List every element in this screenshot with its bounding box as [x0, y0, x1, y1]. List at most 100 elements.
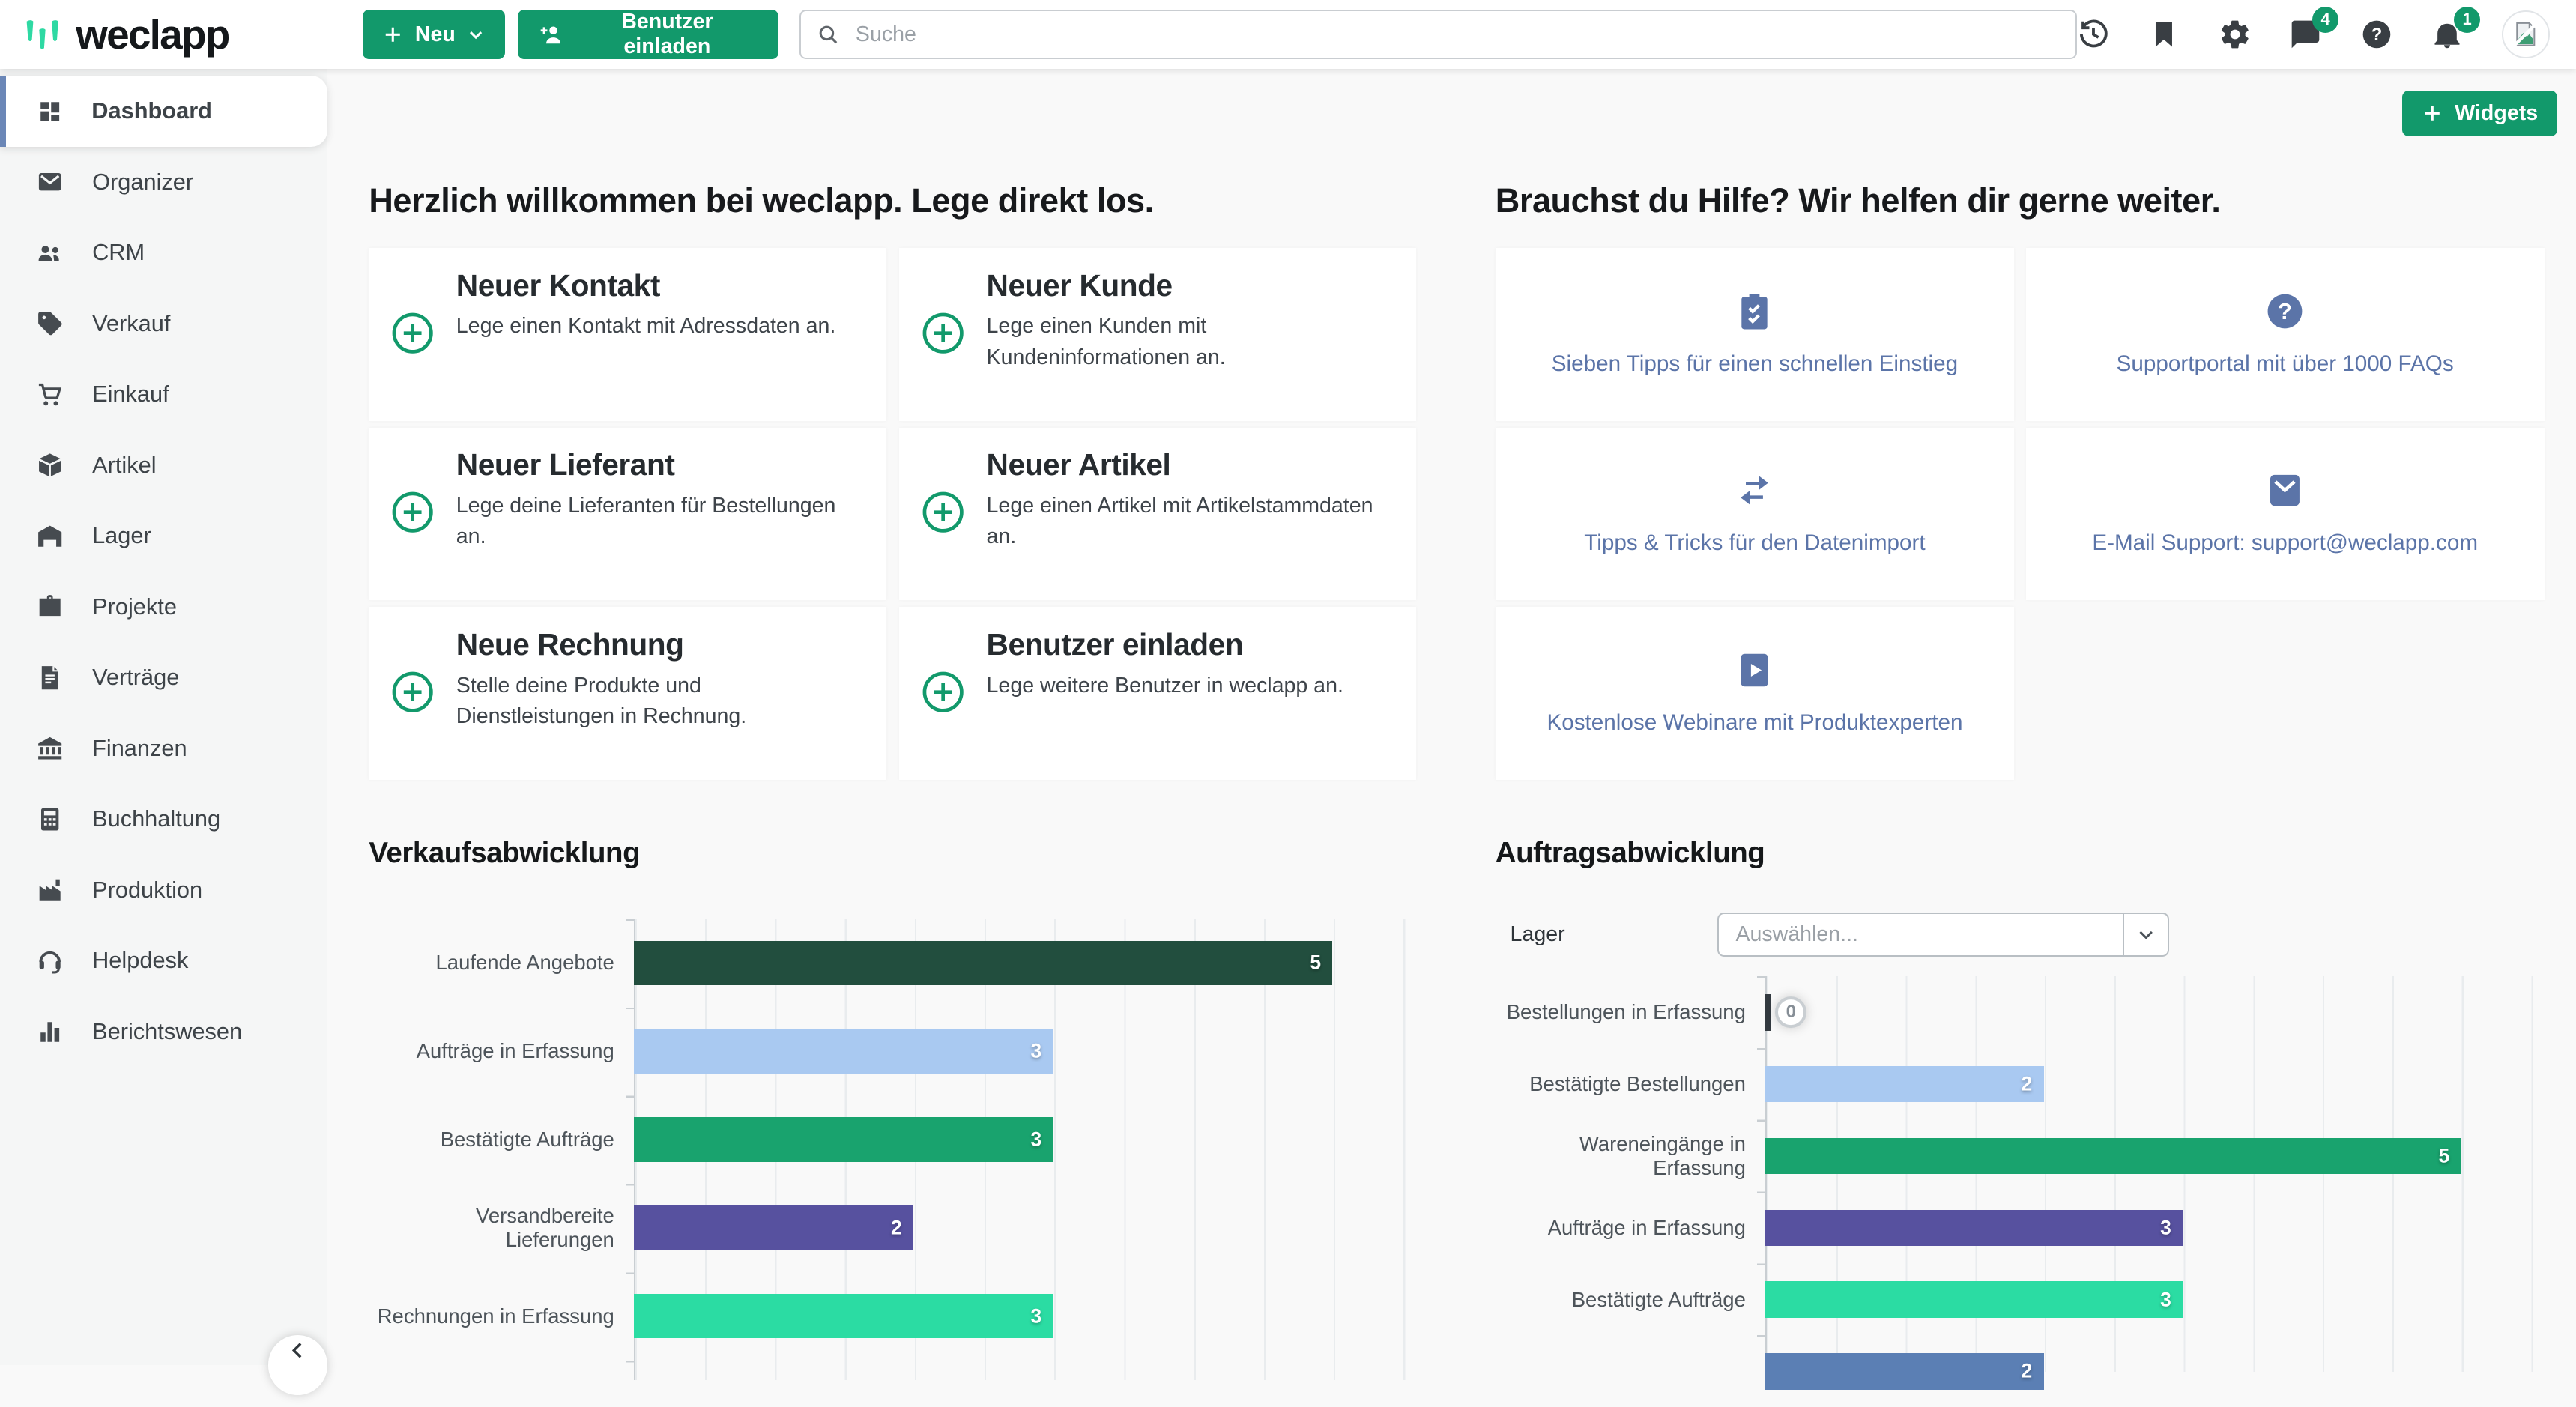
add-widgets-button[interactable]: Widgets [2402, 91, 2558, 137]
widgets-button-label: Widgets [2455, 101, 2538, 126]
chart-zero-bar [1765, 994, 1771, 1030]
chart-bar: 2 [1765, 1353, 2043, 1389]
card-description: Lege einen Artikel mit Artikelstammdaten… [987, 491, 1391, 553]
lager-select[interactable]: Auswählen... [1717, 913, 2168, 957]
topbar: weclapp Neu Benutzer einladen [0, 0, 2576, 69]
chart-bar-value: 5 [1310, 951, 1321, 975]
card-neue-rechnung[interactable]: Neue Rechnung Stelle deine Produkte und … [369, 607, 886, 780]
invite-button-label: Benutzer einladen [575, 10, 758, 59]
card-title: Benutzer einladen [987, 627, 1343, 662]
card-description: Lege einen Kontakt mit Adressdaten an. [456, 311, 836, 342]
notifications-bell-icon[interactable]: 1 [2431, 18, 2464, 51]
person-add-icon [538, 22, 564, 48]
chart-category-label: Bestätigte Aufträge [1496, 1288, 1765, 1312]
sidebar-item-label: Organizer [92, 169, 193, 196]
sidebar-item-buchhaltung[interactable]: Buchhaltung [0, 784, 327, 855]
chart-bar-value: 3 [1030, 1304, 1041, 1328]
sidebar-item-finanzen[interactable]: Finanzen [0, 713, 327, 784]
help-heading: Brauchst du Hilfe? Wir helfen dir gerne … [1496, 181, 2558, 220]
chart-bar: 3 [634, 1029, 1053, 1074]
chart-plot-cell: 5 [1765, 1138, 2545, 1174]
help-tile-tipps-einstieg[interactable]: Sieben Tipps für einen schnellen Einstie… [1496, 248, 2014, 421]
chart-verkaufsabwicklung: Laufende Angebote5 Aufträge in Erfassung 3… [369, 919, 1423, 1361]
chart-bar-value: 5 [2438, 1145, 2449, 1168]
help-tile-supportportal[interactable]: ? Supportportal mit über 1000 FAQs [2026, 248, 2545, 421]
widget-auftragsabwicklung: Auftragsabwicklung Lager Auswählen... Be… [1496, 837, 2566, 1407]
help-tile-datenimport[interactable]: Tipps & Tricks für den Datenimport [1496, 428, 2014, 601]
card-neuer-artikel[interactable]: Neuer Artikel Lege einen Artikel mit Art… [899, 428, 1416, 601]
card-description: Lege einen Kunden mit Kundeninformatione… [987, 311, 1391, 373]
weclapp-logo-icon [22, 15, 66, 55]
sidebar-item-dashboard[interactable]: Dashboard [0, 76, 327, 147]
sidebar-item-produktion[interactable]: Produktion [0, 855, 327, 926]
main-content: Widgets Herzlich willkommen bei weclapp.… [327, 69, 2575, 1365]
chart-bar: 3 [1765, 1281, 2183, 1317]
card-title: Neuer Lieferant [456, 447, 860, 482]
sidebar-item-label: Helpdesk [92, 947, 188, 974]
sidebar-item-organizer[interactable]: Organizer [0, 147, 327, 218]
chart-row: 2 [1496, 1336, 2566, 1407]
warehouse-icon [36, 522, 64, 550]
chart-category-label: Aufträge in Erfassung [369, 1039, 634, 1063]
dashboard-icon [36, 97, 64, 125]
bookmark-icon[interactable] [2147, 18, 2180, 51]
help-link-label: Sieben Tipps für einen schnellen Einstie… [1552, 350, 1958, 379]
sidebar-item-artikel[interactable]: Artikel [0, 430, 327, 501]
chart-plot-cell: 3 [1765, 1210, 2545, 1246]
sidebar-item-berichtswesen[interactable]: Berichtswesen [0, 996, 327, 1068]
chart-plot-cell: 3 [634, 1029, 1416, 1074]
card-title: Neue Rechnung [456, 627, 860, 662]
card-description: Lege weitere Benutzer in weclapp an. [987, 671, 1343, 701]
invite-user-button[interactable]: Benutzer einladen [518, 10, 778, 59]
sidebar-item-verkauf[interactable]: Verkauf [0, 288, 327, 360]
help-link-label: Tipps & Tricks für den Datenimport [1584, 529, 1925, 558]
card-neuer-lieferant[interactable]: Neuer Lieferant Lege deine Lieferanten f… [369, 428, 886, 601]
sidebar-item-label: Berichtswesen [92, 1018, 242, 1045]
help-icon[interactable]: ? [2360, 18, 2393, 51]
sidebar-item-lager[interactable]: Lager [0, 500, 327, 572]
plus-circle-icon [921, 311, 965, 355]
card-benutzer-einladen[interactable]: Benutzer einladen Lege weitere Benutzer … [899, 607, 1416, 780]
chart-category-label: Versandbereite Lieferungen [369, 1204, 634, 1252]
sidebar-item-crm[interactable]: CRM [0, 217, 327, 288]
card-neuer-kontakt[interactable]: Neuer Kontakt Lege einen Kontakt mit Adr… [369, 248, 886, 421]
chart-bar-value: 3 [2160, 1288, 2171, 1311]
logo-text: weclapp [76, 10, 229, 58]
chart-row: Wareneingänge in Erfassung5 [1496, 1120, 2566, 1192]
tag-icon [36, 309, 64, 337]
chart-bar-value: 3 [1030, 1128, 1041, 1152]
new-button[interactable]: Neu [363, 10, 505, 59]
plus-icon [2422, 103, 2443, 124]
chart-bar-value: 3 [1030, 1040, 1041, 1063]
lager-select-value: Auswählen... [1719, 914, 2123, 955]
chat-icon[interactable]: 4 [2289, 18, 2322, 51]
settings-gear-icon[interactable] [2219, 18, 2252, 51]
clipboard-check-icon [1734, 291, 1775, 332]
card-neuer-kunde[interactable]: Neuer Kunde Lege einen Kunden mit Kunden… [899, 248, 1416, 421]
chart-row: Versandbereite Lieferungen2 [369, 1184, 1423, 1272]
cart-icon [36, 381, 64, 408]
help-tile-webinare[interactable]: Kostenlose Webinare mit Produktexperten [1496, 607, 2014, 780]
chart-plot-cell: 5 [634, 941, 1416, 985]
search-input[interactable] [853, 20, 2061, 48]
sidebar-item-label: Produktion [92, 877, 202, 904]
lager-filter-label: Lager [1511, 922, 1718, 947]
notifications-badge: 1 [2454, 7, 2480, 33]
help-section: Brauchst du Hilfe? Wir helfen dir gerne … [1496, 181, 2558, 780]
sidebar-item-einkauf[interactable]: Einkauf [0, 359, 327, 430]
chart-plot-cell: 3 [634, 1117, 1416, 1161]
history-icon[interactable] [2077, 18, 2110, 51]
chart-row: Laufende Angebote5 [369, 919, 1423, 1008]
chart-bar: 3 [1765, 1210, 2183, 1246]
help-link-label: Kostenlose Webinare mit Produktexperten [1546, 709, 1962, 738]
weclapp-logo[interactable]: weclapp [0, 10, 327, 58]
chart-plot-cell: 3 [634, 1294, 1416, 1338]
user-avatar[interactable] [2502, 10, 2550, 58]
card-description: Stelle deine Produkte und Dienstleistung… [456, 671, 860, 733]
help-tile-email-support[interactable]: E-Mail Support: support@weclapp.com [2026, 428, 2545, 601]
sidebar-item-vertraege[interactable]: Verträge [0, 642, 327, 713]
sidebar-item-helpdesk[interactable]: Helpdesk [0, 925, 327, 996]
chart-category-label: Bestätigte Bestellungen [1496, 1072, 1765, 1096]
svg-text:?: ? [2371, 25, 2382, 45]
sidebar-item-projekte[interactable]: Projekte [0, 572, 327, 643]
